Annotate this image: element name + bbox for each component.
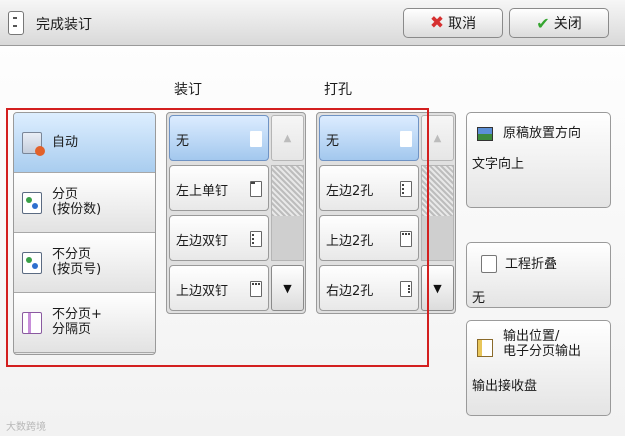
folding-button[interactable]: 工程折叠 无 [466,242,611,308]
fold-icon [481,255,497,273]
watermark: 大数跨境 [6,422,46,433]
orientation-value: 文字向上 [472,157,525,172]
orientation-title: 原稿放置方向 [503,126,582,141]
close-label: 关闭 [553,16,582,32]
cancel-label: 取消 [448,16,477,32]
output-tray-icon [477,339,493,357]
selection-highlight-frame [6,108,429,367]
staple-header: 装订 [174,82,202,98]
output-title: 输出位置/ 电子分页输出 [503,329,582,359]
document-icon [8,11,24,35]
title-bar: 完成装订 ✖ 取消 ✔ 关闭 [0,0,625,46]
checkmark-icon: ✔ [536,13,550,33]
cancel-button[interactable]: ✖ 取消 [403,8,503,38]
punch-header: 打孔 [324,82,352,98]
original-orientation-button[interactable]: 原稿放置方向 文字向上 [466,112,611,208]
triangle-down-icon: ▼ [433,281,442,295]
triangle-up-icon: ▲ [433,132,442,144]
window-title: 完成装订 [36,17,92,33]
cancel-icon: ✖ [429,13,445,33]
folding-value: 无 [472,291,486,306]
orientation-icon [477,127,493,141]
output-location-button[interactable]: 输出位置/ 电子分页输出 输出接收盘 [466,320,611,416]
output-value: 输出接收盘 [472,379,538,394]
folding-title: 工程折叠 [505,257,558,272]
close-button[interactable]: ✔ 关闭 [509,8,609,38]
